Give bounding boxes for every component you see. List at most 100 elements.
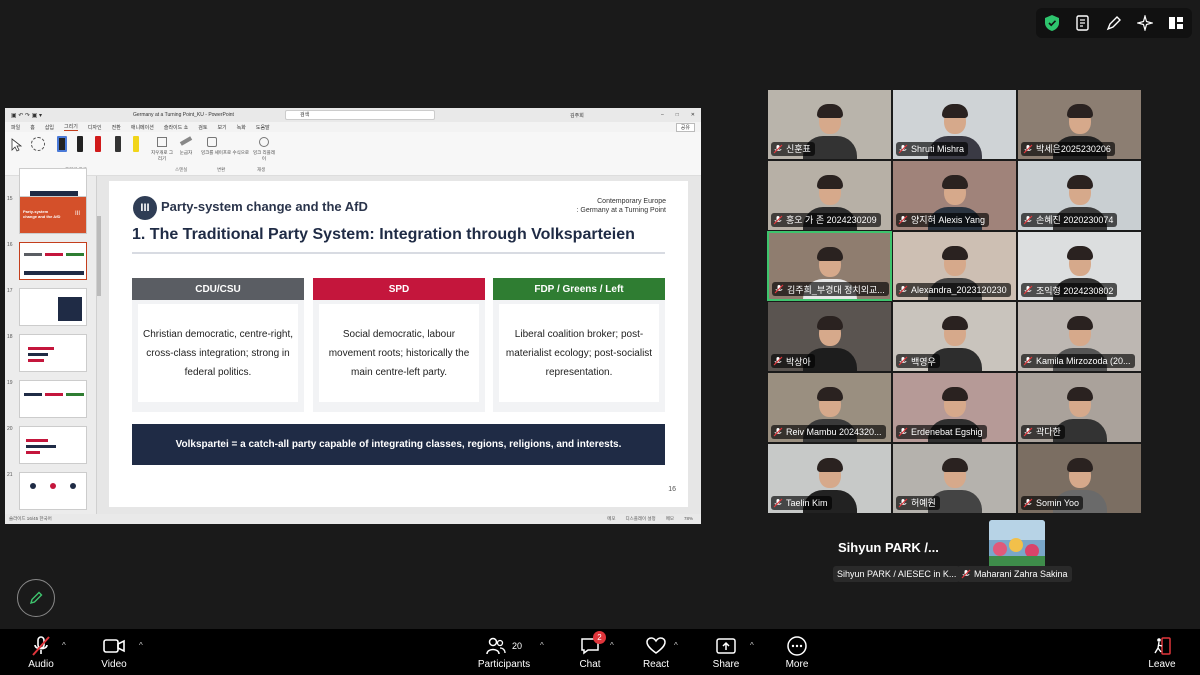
slide-thumb-18[interactable]: [19, 334, 87, 372]
view-layout-icon[interactable]: [1167, 14, 1185, 32]
menu-review[interactable]: 검토: [198, 124, 207, 131]
more-button[interactable]: More: [784, 629, 810, 675]
participant-name-tag: 홍오 가 존 2024230209: [771, 212, 881, 227]
ruler-icon[interactable]: [179, 136, 193, 146]
participant-tile[interactable]: 손혜진 2020230074: [1017, 159, 1142, 231]
participants-button[interactable]: 20 Participants: [476, 629, 532, 675]
menu-file[interactable]: 파일: [11, 124, 20, 131]
menu-help[interactable]: 도움말: [256, 124, 270, 131]
participant-tile[interactable]: 조익형 2024230802: [1017, 230, 1142, 302]
video-options-caret[interactable]: ^: [139, 641, 143, 650]
share-options-caret[interactable]: ^: [750, 641, 754, 650]
status-slide-info: 슬라이드 16/45 한국어: [9, 516, 52, 521]
participant-tile[interactable]: 허예원: [892, 442, 1017, 514]
slide-thumb-21[interactable]: [19, 472, 87, 510]
pencil-icon[interactable]: [57, 136, 67, 152]
participant-tile[interactable]: 백영우: [892, 301, 1017, 373]
participant-tile[interactable]: Erdenebat Egshig: [892, 372, 1017, 443]
slide-thumb-17[interactable]: [19, 288, 87, 326]
status-comments[interactable]: 메모: [666, 516, 674, 522]
ppt-share-button[interactable]: 공유: [675, 123, 695, 132]
participant-tile[interactable]: Alexandra_2023120230: [892, 230, 1017, 302]
mic-muted-icon: [898, 285, 908, 295]
ai-companion-icon[interactable]: [1136, 14, 1154, 32]
minimize-icon[interactable]: –: [661, 112, 664, 118]
menu-draw[interactable]: 그리기: [64, 123, 78, 131]
ribbon-group-convert: 변환: [217, 167, 226, 172]
close-icon[interactable]: ✕: [691, 112, 695, 118]
status-notes[interactable]: 메모: [607, 516, 615, 522]
status-display-settings[interactable]: 디스플레이 설정: [625, 516, 655, 522]
lasso-icon[interactable]: [31, 137, 45, 151]
participant-tile[interactable]: 홍오 가 존 2024230209: [767, 159, 892, 231]
audio-options-caret[interactable]: ^: [62, 641, 66, 650]
thumb-row-21[interactable]: 21: [5, 472, 95, 512]
select-cursor-icon[interactable]: [11, 138, 23, 157]
annotate-icon[interactable]: [1105, 14, 1123, 32]
self-video-thumbnail[interactable]: [989, 520, 1045, 568]
participant-tile[interactable]: Somin Yoo: [1017, 442, 1142, 514]
participant-tile[interactable]: 양지혀 Alexis Yang: [892, 159, 1017, 231]
slide-thumb-15[interactable]: Party-system change and the AfD III: [19, 196, 87, 234]
menu-view[interactable]: 보기: [217, 124, 226, 131]
thumb-row-15[interactable]: 15 Party-system change and the AfD III: [5, 196, 95, 236]
slide-page-number: 16: [668, 486, 676, 493]
participant-name-tag: Reiv Mambu 2024320...: [771, 424, 886, 439]
chat-options-caret[interactable]: ^: [610, 641, 614, 650]
participant-tile[interactable]: 박상아: [767, 301, 892, 373]
participant-tile[interactable]: Reiv Mambu 2024320...: [767, 372, 892, 443]
autosave-icon[interactable]: ▣ ↶ ↷ ▣ ▾: [11, 112, 42, 119]
ppt-search-box[interactable]: 검색: [285, 110, 435, 120]
participant-tile[interactable]: 신훈표: [767, 89, 892, 160]
pen-dark-icon[interactable]: [115, 136, 121, 152]
ink-replay-icon[interactable]: [259, 137, 269, 147]
video-button[interactable]: Video: [100, 629, 128, 675]
thumb-row-16[interactable]: 16: [5, 242, 95, 282]
thumb-scrollbar[interactable]: [97, 216, 101, 296]
ppt-window-controls[interactable]: – □ ✕: [661, 112, 695, 118]
menu-animations[interactable]: 애니메이션: [131, 124, 154, 131]
leave-button[interactable]: Leave: [1148, 629, 1176, 675]
annotate-button[interactable]: [17, 579, 55, 617]
thumb-number: 21: [7, 472, 13, 478]
participant-tile[interactable]: Shruti Mishra: [892, 89, 1017, 160]
menu-transitions[interactable]: 전환: [112, 124, 121, 131]
participant-tile[interactable]: 곽다한: [1017, 372, 1142, 443]
participant-tile[interactable]: 박세은2025230206: [1017, 89, 1142, 160]
highlighter-icon[interactable]: [133, 136, 139, 152]
chat-button[interactable]: 2 Chat: [578, 629, 606, 675]
slide-thumb-20[interactable]: [19, 426, 87, 464]
pen-black-icon[interactable]: [77, 136, 83, 152]
participant-hair: [941, 104, 968, 118]
zoom-level[interactable]: 78%: [684, 516, 693, 522]
react-options-caret[interactable]: ^: [674, 641, 678, 650]
slide-thumb-16[interactable]: [19, 242, 87, 280]
slide-thumbnail-pane[interactable]: 15 Party-system change and the AfD III 1…: [5, 168, 97, 514]
participants-options-caret[interactable]: ^: [540, 641, 544, 650]
more-dots-icon: [787, 635, 807, 657]
participant-tile[interactable]: Taelin Kim: [767, 442, 892, 514]
shield-icon[interactable]: [1043, 14, 1061, 32]
thumb-row-20[interactable]: 20: [5, 426, 95, 466]
mic-muted-icon: [1023, 356, 1033, 366]
participant-tile[interactable]: 김주희_부경대 정치외교...: [767, 230, 892, 302]
slide-thumb-19[interactable]: [19, 380, 87, 418]
participant-name: 신훈표: [786, 144, 811, 155]
menu-slideshow[interactable]: 슬라이드 쇼: [164, 124, 188, 131]
menu-insert[interactable]: 삽입: [45, 124, 54, 131]
notes-icon[interactable]: [1074, 14, 1092, 32]
thumb-row-19[interactable]: 19: [5, 380, 95, 420]
thumb-row-18[interactable]: 18: [5, 334, 95, 374]
maximize-icon[interactable]: □: [676, 112, 679, 118]
eraser-draw-icon[interactable]: [157, 137, 167, 147]
thumb-row-17[interactable]: 17: [5, 288, 95, 328]
participant-tile[interactable]: Kamila Mirzozoda (20...: [1017, 301, 1142, 373]
menu-home[interactable]: 홈: [30, 124, 35, 131]
react-button[interactable]: React: [642, 629, 670, 675]
menu-record[interactable]: 녹화: [237, 124, 246, 131]
audio-button[interactable]: Audio: [26, 629, 56, 675]
ink-to-shape-icon[interactable]: [207, 137, 217, 147]
share-button[interactable]: Share: [712, 629, 740, 675]
pen-red-icon[interactable]: [95, 136, 101, 152]
menu-design[interactable]: 디자인: [88, 124, 102, 131]
